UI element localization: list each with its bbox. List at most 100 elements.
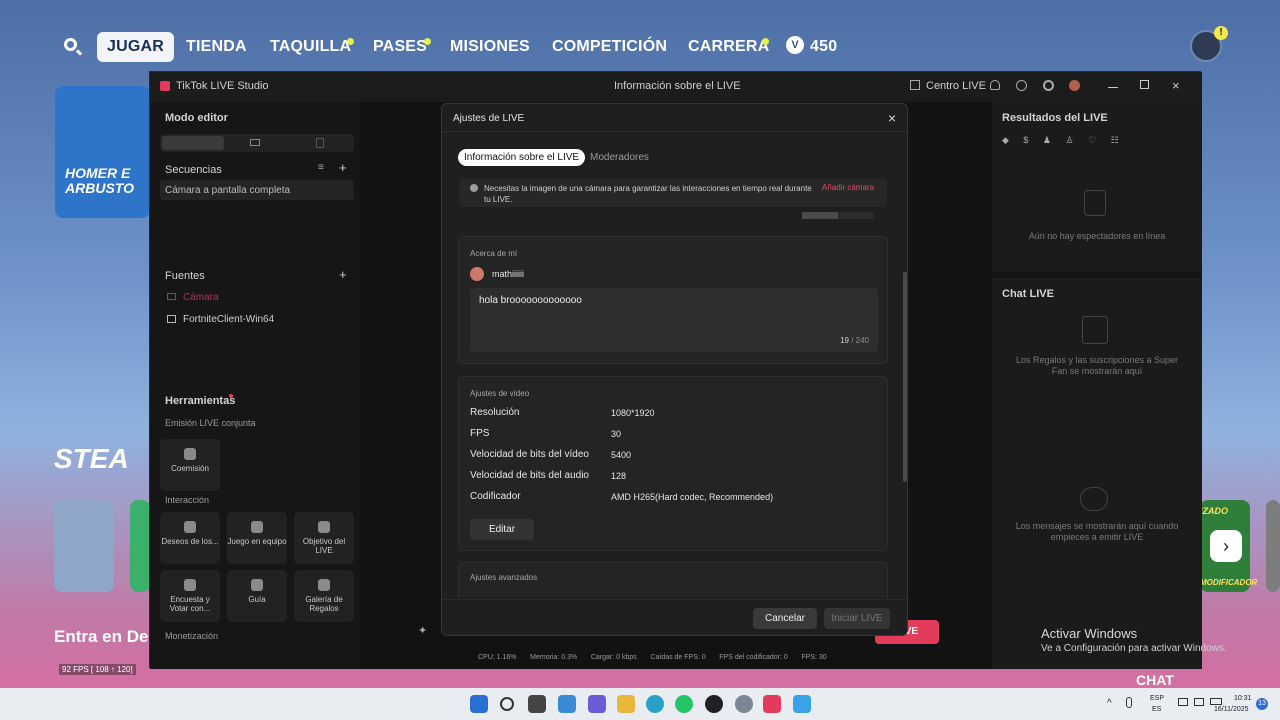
- live-goal-button[interactable]: Objetivo del LIVE: [294, 512, 354, 564]
- home-icon[interactable]: [910, 80, 920, 90]
- source-camera[interactable]: Cámara: [183, 292, 219, 303]
- add-source-icon[interactable]: +: [339, 267, 347, 282]
- nav-jugar[interactable]: JUGAR: [97, 32, 175, 62]
- profile-avatar[interactable]: [1069, 80, 1080, 91]
- chat-bubble-icon: [1080, 487, 1108, 511]
- list-icon[interactable]: ≡: [318, 162, 324, 173]
- file-explorer-icon[interactable]: [617, 695, 635, 713]
- wishes-icon: [184, 521, 196, 533]
- mode-editor-dropdown[interactable]: Modo editor: [165, 112, 228, 124]
- nav-competicion[interactable]: COMPETICIÓN: [552, 32, 667, 62]
- edit-button[interactable]: Editar: [470, 519, 534, 540]
- volume-icon[interactable]: [1194, 698, 1204, 706]
- tab-live-info[interactable]: Información sobre el LIVE: [458, 149, 586, 166]
- landscape-layout-icon[interactable]: [250, 139, 260, 146]
- search-taskbar-icon[interactable]: [500, 697, 514, 711]
- sequence-item[interactable]: Cámara a pantalla completa: [160, 180, 354, 200]
- add-sequence-icon[interactable]: +: [339, 160, 347, 175]
- window-capture-icon: [167, 315, 176, 323]
- minimize-icon[interactable]: [1108, 87, 1118, 88]
- chat-title: Chat LIVE: [1002, 288, 1054, 300]
- source-fortnite[interactable]: FortniteClient-Win64: [183, 314, 274, 325]
- poll-icon: [184, 579, 196, 591]
- nav-taquilla[interactable]: TAQUILLA: [270, 32, 351, 62]
- gift-icon: [318, 579, 330, 591]
- magic-icon[interactable]: ✦: [418, 624, 432, 638]
- add-camera-link[interactable]: Añadir cámara: [822, 183, 874, 192]
- nav-tienda[interactable]: TIENDA: [186, 32, 247, 62]
- game-tile[interactable]: [130, 500, 150, 592]
- cancel-button[interactable]: Cancelar: [753, 608, 817, 629]
- lang-1[interactable]: ESP: [1150, 695, 1164, 702]
- app-title: TikTok LIVE Studio: [176, 80, 269, 92]
- coemision-button[interactable]: Coemisión: [160, 439, 220, 491]
- results-metrics-icons[interactable]: ◆ $ ♟ ♙ ♡ ☷: [1002, 135, 1125, 146]
- nav-pases[interactable]: PASES: [373, 32, 427, 62]
- modal-title: Ajustes de LIVE: [453, 113, 525, 124]
- titlebar: TikTok LIVE Studio Información sobre el …: [150, 72, 1202, 102]
- start-icon[interactable]: [470, 695, 488, 713]
- task-view-icon[interactable]: [528, 695, 546, 713]
- advanced-settings-card[interactable]: Ajustes avanzados: [458, 562, 888, 598]
- search-icon[interactable]: [64, 38, 77, 51]
- bell-icon[interactable]: [990, 80, 1000, 90]
- clock-time[interactable]: 10:31: [1234, 695, 1252, 702]
- tab-moderators[interactable]: Moderadores: [584, 149, 655, 166]
- portrait-layout-icon[interactable]: [162, 136, 224, 150]
- help-icon[interactable]: [1016, 80, 1027, 91]
- edge-icon[interactable]: [646, 695, 664, 713]
- vbucks-count: 450: [810, 38, 838, 55]
- tiktok-studio-taskbar-icon[interactable]: [763, 695, 781, 713]
- empty-viewers-icon: [1084, 190, 1106, 216]
- homer-tile[interactable]: HOMER E ARBUSTO: [55, 86, 150, 218]
- modal-scrollbar[interactable]: [903, 272, 907, 482]
- maximize-icon[interactable]: [1140, 80, 1149, 89]
- nav-carrera[interactable]: CARRERA: [688, 32, 769, 62]
- video-row-value: 1080*1920: [611, 408, 655, 418]
- obs-icon[interactable]: [705, 695, 723, 713]
- whatsapp-icon[interactable]: [675, 695, 693, 713]
- clock-date[interactable]: 16/11/2025: [1214, 706, 1249, 713]
- poll-button[interactable]: Encuesta y Votar con...: [160, 570, 220, 622]
- game-chat-button[interactable]: CHAT: [1136, 672, 1174, 688]
- tray-chevron-icon[interactable]: ^: [1107, 698, 1112, 709]
- video-row-label: Velocidad de bits del vídeo: [470, 449, 589, 460]
- status-encoder-fps: FPS del codificador: 0: [719, 654, 788, 661]
- modal-scroll-area[interactable]: Acerca de mí mathiiiiii hola brooooooooo…: [458, 212, 888, 598]
- start-live-button[interactable]: Iniciar LIVE: [824, 608, 890, 629]
- toggle-selected: [802, 212, 838, 219]
- video-row-label: Velocidad de bits del audio: [470, 470, 589, 481]
- team-game-button[interactable]: Juego en equipo: [227, 512, 287, 564]
- nav-misiones[interactable]: MISIONES: [450, 32, 530, 62]
- sequence-item-label: Cámara a pantalla completa: [165, 185, 291, 196]
- close-icon[interactable]: ×: [1172, 78, 1180, 93]
- game-tile[interactable]: [54, 500, 114, 592]
- lang-2[interactable]: ES: [1152, 706, 1161, 713]
- battery-icon[interactable]: [1210, 698, 1222, 705]
- gift-box-icon: [1082, 316, 1108, 344]
- notification-badge[interactable]: 13: [1256, 698, 1268, 710]
- settings-taskbar-icon[interactable]: [735, 695, 753, 713]
- gift-gallery-button[interactable]: Galería de Regalos: [294, 570, 354, 622]
- fortnite-taskbar-icon[interactable]: [793, 695, 811, 713]
- wishes-button[interactable]: Deseos de los...: [160, 512, 220, 564]
- bio-textarea[interactable]: hola brooooooooooooo 19 / 240: [470, 288, 878, 352]
- teams-icon[interactable]: [588, 695, 606, 713]
- centro-live-link[interactable]: Centro LIVE: [926, 80, 986, 92]
- orientation-toggle[interactable]: [802, 212, 874, 219]
- team-icon: [251, 521, 263, 533]
- microphone-icon[interactable]: [1126, 697, 1132, 708]
- chat-empty-text: Los mensajes se mostrarán aquí cuando em…: [1015, 521, 1179, 542]
- game-tile[interactable]: [1266, 500, 1280, 592]
- guide-icon: [251, 579, 263, 591]
- widgets-icon[interactable]: [558, 695, 576, 713]
- video-row-value: AMD H265(Hard codec, Recommended): [611, 492, 774, 502]
- network-icon[interactable]: [1178, 698, 1188, 706]
- split-layout-icon[interactable]: [316, 138, 324, 148]
- modal-close-icon[interactable]: ×: [888, 110, 896, 126]
- guide-button[interactable]: Guía: [227, 570, 287, 622]
- gear-icon[interactable]: [1043, 80, 1054, 91]
- tiktok-logo-icon: [160, 81, 170, 91]
- next-arrow-icon[interactable]: ›: [1210, 530, 1242, 562]
- results-section: Resultados del LIVE ◆ $ ♟ ♙ ♡ ☷ Aún no h…: [992, 102, 1202, 272]
